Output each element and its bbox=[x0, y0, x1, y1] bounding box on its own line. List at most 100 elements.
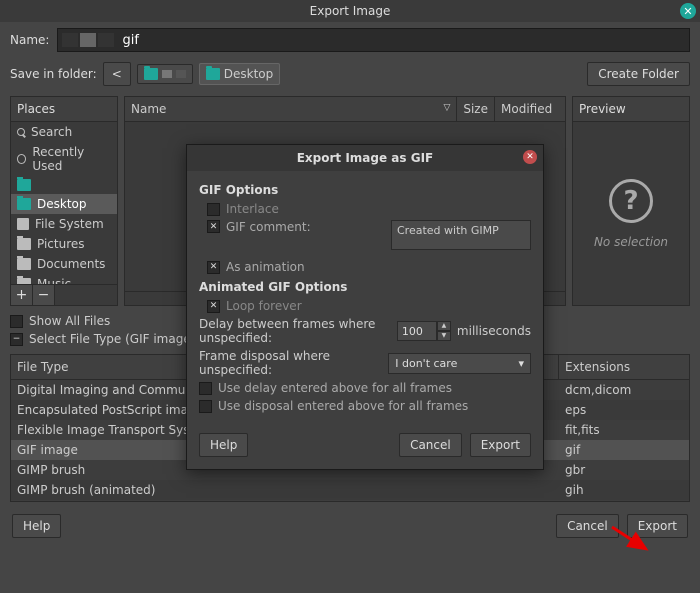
filename-prefix-swatches bbox=[62, 33, 114, 47]
places-header: Places bbox=[11, 97, 117, 122]
question-icon: ? bbox=[609, 179, 653, 223]
col-modified[interactable]: Modified bbox=[495, 97, 565, 121]
breadcrumb-desktop[interactable]: Desktop bbox=[199, 63, 281, 85]
help-button[interactable]: Help bbox=[12, 514, 61, 538]
dialog-button-bar: Help Cancel Export bbox=[187, 423, 543, 469]
dialog-title: Export Image as GIF bbox=[297, 151, 434, 165]
frame-disposal-value: I don't care bbox=[395, 357, 457, 370]
preview-body: ? No selection bbox=[573, 122, 689, 305]
use-disposal-all-checkbox[interactable] bbox=[199, 400, 212, 413]
delay-spin-up[interactable]: ▲ bbox=[437, 321, 451, 331]
remove-place-button[interactable]: − bbox=[33, 285, 55, 305]
gif-comment-row: ✕ GIF comment: Created with GIMP bbox=[199, 218, 531, 252]
dialog-body: GIF Options Interlace ✕ GIF comment: Cre… bbox=[187, 171, 543, 423]
interlace-checkbox[interactable] bbox=[207, 203, 220, 216]
disk-icon bbox=[17, 218, 29, 230]
gif-comment-input[interactable]: Created with GIMP bbox=[391, 220, 531, 250]
loop-forever-label: Loop forever bbox=[226, 299, 302, 313]
file-type-ext: gbr bbox=[559, 460, 689, 480]
titlebar: Export Image ✕ bbox=[0, 0, 700, 22]
file-type-ext: gif bbox=[559, 440, 689, 460]
col-extensions[interactable]: Extensions bbox=[559, 355, 689, 379]
col-name[interactable]: Name▽ bbox=[125, 97, 457, 121]
col-size[interactable]: Size bbox=[457, 97, 495, 121]
loop-forever-checkbox[interactable]: ✕ bbox=[207, 300, 220, 313]
show-all-files-label: Show All Files bbox=[29, 314, 110, 328]
desktop-folder-icon bbox=[206, 68, 220, 80]
places-item-label: Search bbox=[31, 125, 72, 139]
as-animation-checkbox[interactable]: ✕ bbox=[207, 261, 220, 274]
loop-forever-row[interactable]: ✕ Loop forever bbox=[199, 297, 531, 315]
animated-gif-options-heading: Animated GIF Options bbox=[199, 280, 531, 294]
folder-icon bbox=[17, 278, 31, 284]
filename-input[interactable] bbox=[122, 33, 689, 48]
file-type-ext: dcm,dicom bbox=[559, 380, 689, 400]
file-type-ext: eps bbox=[559, 400, 689, 420]
back-button[interactable]: < bbox=[103, 62, 131, 86]
places-item[interactable]: Music bbox=[11, 274, 117, 284]
as-animation-row[interactable]: ✕ As animation bbox=[199, 258, 531, 276]
dialog-cancel-button[interactable]: Cancel bbox=[399, 433, 462, 457]
use-disposal-all-row[interactable]: Use disposal entered above for all frame… bbox=[199, 397, 531, 415]
gif-comment-checkbox[interactable]: ✕ bbox=[207, 220, 220, 233]
places-item[interactable]: Desktop bbox=[11, 194, 117, 214]
places-item[interactable]: Pictures bbox=[11, 234, 117, 254]
dialog-export-button[interactable]: Export bbox=[470, 433, 531, 457]
use-disposal-all-label: Use disposal entered above for all frame… bbox=[218, 399, 468, 413]
no-selection-label: No selection bbox=[594, 235, 668, 249]
frame-delay-input[interactable] bbox=[397, 321, 437, 341]
frame-delay-unit: milliseconds bbox=[457, 324, 531, 338]
search-icon bbox=[17, 128, 25, 136]
places-item-label: Desktop bbox=[37, 197, 87, 211]
dialog-close-icon[interactable]: ✕ bbox=[523, 150, 537, 164]
chevron-down-icon: ▾ bbox=[518, 357, 524, 370]
breadcrumb-home[interactable] bbox=[137, 64, 193, 84]
places-item[interactable] bbox=[11, 176, 117, 194]
places-item-label: File System bbox=[35, 217, 104, 231]
frame-delay-label: Delay between frames where unspecified: bbox=[199, 317, 391, 345]
breadcrumb-desktop-label: Desktop bbox=[224, 67, 274, 81]
frame-delay-field: ▲ ▼ bbox=[397, 321, 451, 341]
frame-disposal-label: Frame disposal where unspecified: bbox=[199, 349, 382, 377]
save-in-folder-label: Save in folder: bbox=[10, 67, 97, 81]
show-all-files-checkbox[interactable] bbox=[10, 315, 23, 328]
file-headers: Name▽ Size Modified bbox=[125, 97, 565, 122]
window-title: Export Image bbox=[310, 4, 391, 18]
frame-disposal-row: Frame disposal where unspecified: I don'… bbox=[199, 347, 531, 379]
frame-disposal-select[interactable]: I don't care ▾ bbox=[388, 353, 531, 374]
places-item-label: Music bbox=[37, 277, 71, 284]
gif-comment-label: GIF comment: bbox=[226, 220, 311, 234]
save-in-folder-row: Save in folder: < Desktop Create Folder bbox=[0, 58, 700, 96]
clock-icon bbox=[17, 154, 26, 164]
name-row: Name: bbox=[0, 22, 700, 58]
add-place-button[interactable]: + bbox=[11, 285, 33, 305]
interlace-row[interactable]: Interlace bbox=[199, 200, 531, 218]
places-item[interactable]: Recently Used bbox=[11, 142, 117, 176]
places-item[interactable]: File System bbox=[11, 214, 117, 234]
window-close-icon[interactable]: ✕ bbox=[680, 3, 696, 19]
use-delay-all-row[interactable]: Use delay entered above for all frames bbox=[199, 379, 531, 397]
preview-panel: Preview ? No selection bbox=[572, 96, 690, 306]
export-gif-dialog: Export Image as GIF ✕ GIF Options Interl… bbox=[186, 144, 544, 470]
folder-icon bbox=[17, 179, 31, 191]
select-file-type-label: Select File Type (GIF image) bbox=[29, 332, 195, 346]
dialog-help-button[interactable]: Help bbox=[199, 433, 248, 457]
file-type-name: GIMP brush (animated) bbox=[11, 480, 559, 500]
bottom-button-bar: Help Cancel Export bbox=[0, 502, 700, 550]
create-folder-button[interactable]: Create Folder bbox=[587, 62, 690, 86]
use-delay-all-checkbox[interactable] bbox=[199, 382, 212, 395]
file-type-row[interactable]: GIMP brush (animated)gih bbox=[11, 480, 689, 500]
places-list: Search Recently Used Desktop File System Pic… bbox=[11, 122, 117, 284]
export-button[interactable]: Export bbox=[627, 514, 688, 538]
places-toolbar: + − bbox=[11, 284, 117, 305]
file-type-ext: gih bbox=[559, 480, 689, 500]
frame-delay-row: Delay between frames where unspecified: … bbox=[199, 315, 531, 347]
cancel-button[interactable]: Cancel bbox=[556, 514, 619, 538]
places-item[interactable]: Search bbox=[11, 122, 117, 142]
name-input-wrap bbox=[57, 28, 690, 52]
select-file-type-expander[interactable]: − bbox=[10, 333, 23, 346]
gif-options-heading: GIF Options bbox=[199, 183, 531, 197]
delay-spin-down[interactable]: ▼ bbox=[437, 331, 451, 341]
places-item[interactable]: Documents bbox=[11, 254, 117, 274]
as-animation-label: As animation bbox=[226, 260, 305, 274]
